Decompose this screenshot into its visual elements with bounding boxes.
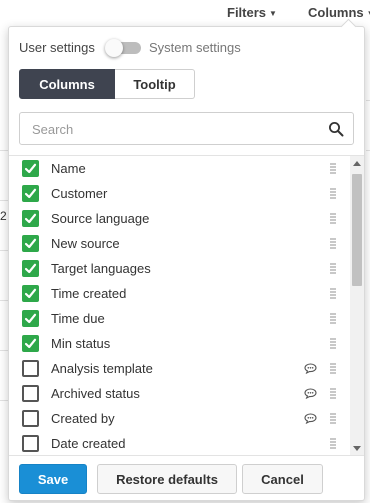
checkbox-checked[interactable] <box>22 285 39 302</box>
drag-handle-icon[interactable] <box>330 388 336 400</box>
checkmark-icon <box>24 238 37 249</box>
top-toolbar: Filters▼ Columns▼ <box>0 0 370 26</box>
background-cell-text: 2 <box>0 209 7 223</box>
scroll-down-arrow-icon[interactable] <box>353 446 361 451</box>
scrollbar-thumb[interactable] <box>352 174 362 286</box>
column-list-item[interactable]: Time due <box>9 306 349 331</box>
drag-handle-icon[interactable] <box>330 163 336 175</box>
comment-icon[interactable] <box>304 413 317 424</box>
column-list-viewport: Name Customer Source language New source Tar… <box>9 155 364 456</box>
columns-label: Columns <box>308 5 364 20</box>
user-settings-label: User settings <box>19 40 95 55</box>
column-list-item[interactable]: New source <box>9 231 349 256</box>
column-label: Name <box>51 161 86 176</box>
restore-defaults-button[interactable]: Restore defaults <box>97 464 237 494</box>
search-box <box>19 112 354 145</box>
drag-handle-icon[interactable] <box>330 438 336 450</box>
search-icon[interactable] <box>328 121 344 137</box>
list-scrollbar[interactable] <box>350 156 364 456</box>
checkmark-icon <box>24 188 37 199</box>
column-label: Archived status <box>51 386 140 401</box>
checkbox-checked[interactable] <box>22 235 39 252</box>
drag-handle-icon[interactable] <box>330 288 336 300</box>
drag-handle-icon[interactable] <box>330 338 336 350</box>
checkmark-icon <box>24 288 37 299</box>
background-row-divider <box>0 250 8 251</box>
background-row-divider <box>0 200 8 201</box>
column-label: Source language <box>51 211 150 226</box>
column-list-item[interactable]: Customer <box>9 181 349 206</box>
background-row-divider <box>366 150 370 151</box>
column-list-item[interactable]: Analysis template <box>9 356 349 381</box>
columns-settings-popup: User settings System settings Columns To… <box>8 18 365 501</box>
background-row-divider <box>0 400 8 401</box>
background-row-divider <box>0 350 8 351</box>
column-list-item[interactable]: Created by <box>9 406 349 431</box>
column-list-item[interactable]: Date created <box>9 431 349 456</box>
column-list-item[interactable]: Source language <box>9 206 349 231</box>
settings-scope-toggle[interactable] <box>105 39 143 57</box>
checkbox-checked[interactable] <box>22 310 39 327</box>
checkbox-checked[interactable] <box>22 335 39 352</box>
cancel-button[interactable]: Cancel <box>242 464 323 494</box>
system-settings-label: System settings <box>149 40 241 55</box>
column-list-item[interactable]: Time created <box>9 281 349 306</box>
column-label: Customer <box>51 186 108 201</box>
checkmark-icon <box>24 213 37 224</box>
search-input[interactable] <box>32 120 312 138</box>
checkmark-icon <box>24 313 37 324</box>
column-label: Time created <box>51 286 127 301</box>
checkbox-checked[interactable] <box>22 185 39 202</box>
column-label: New source <box>51 236 120 251</box>
column-list-item[interactable]: Target languages <box>9 256 349 281</box>
caret-down-icon: ▼ <box>269 9 277 18</box>
panel-footer: Save Restore defaults Cancel <box>9 455 364 501</box>
toggle-knob <box>105 39 123 57</box>
columns-menu-button[interactable]: Columns▼ <box>308 5 370 20</box>
checkmark-icon <box>24 338 37 349</box>
column-label: Created by <box>51 411 115 426</box>
comment-icon[interactable] <box>304 388 317 399</box>
drag-handle-icon[interactable] <box>330 363 336 375</box>
filters-label: Filters <box>227 5 267 20</box>
drag-handle-icon[interactable] <box>330 238 336 250</box>
background-row-divider <box>0 300 8 301</box>
scroll-up-arrow-icon[interactable] <box>353 161 361 166</box>
checkbox-checked[interactable] <box>22 260 39 277</box>
tab-columns[interactable]: Columns <box>19 69 115 99</box>
drag-handle-icon[interactable] <box>330 263 336 275</box>
drag-handle-icon[interactable] <box>330 188 336 200</box>
caret-down-icon: ▼ <box>367 9 370 18</box>
checkmark-icon <box>24 163 37 174</box>
column-list-item[interactable]: Name <box>9 156 349 181</box>
checkbox-unchecked[interactable] <box>22 360 39 377</box>
column-label: Target languages <box>51 261 151 276</box>
save-button[interactable]: Save <box>19 464 87 494</box>
checkbox-checked[interactable] <box>22 210 39 227</box>
column-list-item[interactable]: Archived status <box>9 381 349 406</box>
column-label: Analysis template <box>51 361 153 376</box>
comment-icon[interactable] <box>304 363 317 374</box>
drag-handle-icon[interactable] <box>330 313 336 325</box>
checkbox-checked[interactable] <box>22 160 39 177</box>
drag-handle-icon[interactable] <box>330 213 336 225</box>
background-row-divider <box>366 100 370 101</box>
column-label: Min status <box>51 336 111 351</box>
background-row-divider <box>0 150 8 151</box>
checkmark-icon <box>24 263 37 274</box>
checkbox-unchecked[interactable] <box>22 385 39 402</box>
checkbox-unchecked[interactable] <box>22 435 39 452</box>
column-label: Time due <box>51 311 105 326</box>
column-list-item[interactable]: Min status <box>9 331 349 356</box>
checkbox-unchecked[interactable] <box>22 410 39 427</box>
drag-handle-icon[interactable] <box>330 413 336 425</box>
tab-tooltip[interactable]: Tooltip <box>115 69 195 99</box>
column-list: Name Customer Source language New source Tar… <box>9 156 349 456</box>
column-label: Date created <box>51 436 126 451</box>
filters-menu-button[interactable]: Filters ▼ <box>227 5 277 20</box>
